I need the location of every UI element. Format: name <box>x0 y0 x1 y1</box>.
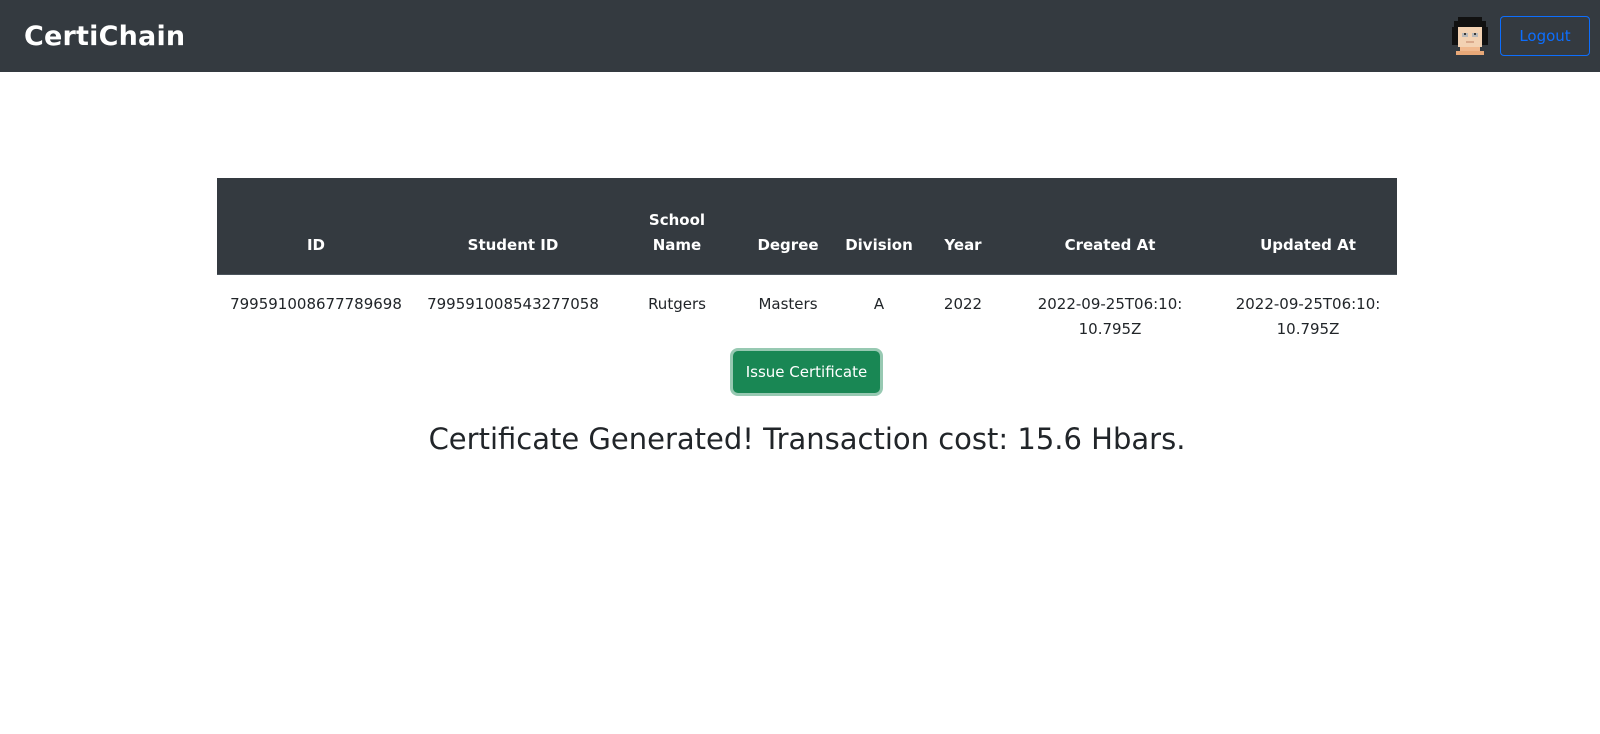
header-school-name-line1: School <box>648 211 706 229</box>
cell-created-at: 2022-09-25T06:10:10.795Z <box>1001 275 1219 355</box>
certificate-table: ID Student ID School Name Degree Divisio… <box>217 178 1397 354</box>
header-created-at: Created At <box>1001 178 1219 275</box>
header-year: Year <box>925 178 1001 275</box>
pixel-avatar-icon[interactable] <box>1452 17 1488 55</box>
created-at-value: 2022-09-25T06:10:10.795Z <box>1037 295 1183 338</box>
status-message: Certificate Generated! Transaction cost:… <box>428 422 1186 456</box>
cell-year: 2022 <box>943 295 983 313</box>
cell-degree: Masters <box>758 295 818 313</box>
header-school-name-line2: Name <box>652 236 702 254</box>
top-navbar: CertiChain Logout <box>0 0 1600 72</box>
issue-certificate-button[interactable]: Issue Certificate <box>733 351 880 393</box>
header-division: Division <box>833 178 925 275</box>
table-row: 799591008677789698 799591008543277058 Ru… <box>217 275 1397 355</box>
header-updated-at: Updated At <box>1219 178 1397 275</box>
table-header-row: ID Student ID School Name Degree Divisio… <box>217 178 1397 275</box>
table-header: ID Student ID School Name Degree Divisio… <box>217 178 1397 275</box>
navbar-right: Logout <box>1452 16 1590 56</box>
brand-title[interactable]: CertiChain <box>24 21 185 52</box>
cell-school-name: Rutgers <box>648 295 706 313</box>
cell-division: A <box>873 295 885 313</box>
table-body: 799591008677789698 799591008543277058 Ru… <box>217 275 1397 355</box>
header-school-name: School Name <box>611 178 743 275</box>
logout-button[interactable]: Logout <box>1500 16 1590 56</box>
cell-updated-at: 2022-09-25T06:10:10.795Z <box>1219 275 1397 355</box>
cell-student-id: 799591008543277058 <box>427 295 599 313</box>
header-student-id: Student ID <box>415 178 611 275</box>
cell-id: 799591008677789698 <box>230 295 402 313</box>
header-id: ID <box>217 178 415 275</box>
updated-at-value: 2022-09-25T06:10:10.795Z <box>1235 295 1381 338</box>
header-degree: Degree <box>743 178 833 275</box>
